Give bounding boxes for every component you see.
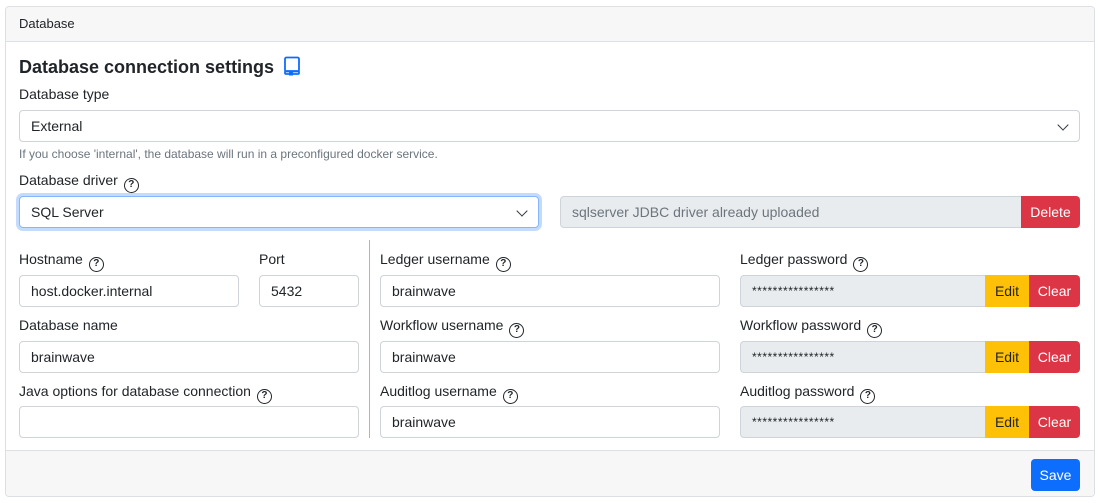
workflow-edit-button[interactable]: Edit (985, 341, 1029, 373)
help-icon[interactable]: ? (853, 257, 869, 272)
ledger-password-field: **************** (740, 275, 986, 307)
auditlog-edit-button[interactable]: Edit (985, 406, 1029, 438)
hostname-label: Hostname? (19, 251, 104, 272)
db-name-label: Database name (19, 317, 118, 333)
java-options-label: Java options for database connection? (19, 383, 272, 404)
ledger-clear-button[interactable]: Clear (1029, 275, 1080, 307)
chevron-down-icon (516, 205, 528, 217)
help-icon[interactable]: ? (502, 389, 518, 404)
ledger-username-label-text: Ledger username (380, 251, 490, 267)
auditlog-password-label-text: Auditlog password (740, 383, 855, 399)
workflow-username-input[interactable]: brainwave (380, 341, 720, 373)
auditlog-username-label-text: Auditlog username (380, 383, 497, 399)
ledger-password-label: Ledger password? (740, 251, 869, 272)
db-type-label: Database type (19, 86, 110, 102)
workflow-password-label: Workflow password? (740, 317, 883, 338)
section-title-text: Database connection settings (19, 57, 275, 77)
db-type-help: If you choose 'internal', the database w… (19, 147, 438, 161)
auditlog-username-label: Auditlog username? (380, 383, 518, 404)
help-icon[interactable]: ? (123, 178, 139, 193)
ledger-edit-button[interactable]: Edit (985, 275, 1029, 307)
db-driver-label: Database driver? (19, 172, 139, 193)
ledger-password-label-text: Ledger password (740, 251, 848, 267)
db-type-value: External (31, 118, 83, 134)
workflow-password-field: **************** (740, 341, 986, 373)
java-options-input[interactable] (19, 406, 359, 438)
delete-driver-button[interactable]: Delete (1021, 196, 1080, 228)
card-footer (6, 450, 1094, 496)
help-icon[interactable]: ? (88, 257, 104, 272)
save-button[interactable]: Save (1031, 459, 1080, 491)
auditlog-password-field: **************** (740, 406, 986, 438)
hostname-label-text: Hostname (19, 251, 83, 267)
driver-uploaded-field: sqlserver JDBC driver already uploaded (560, 196, 1022, 228)
hostname-input[interactable]: host.docker.internal (19, 275, 239, 307)
auditlog-clear-button[interactable]: Clear (1029, 406, 1080, 438)
workflow-username-label: Workflow username? (380, 317, 525, 338)
workflow-clear-button[interactable]: Clear (1029, 341, 1080, 373)
card-header: Database (6, 7, 1094, 42)
section-title: Database connection settings (19, 56, 301, 81)
help-icon[interactable]: ? (860, 389, 876, 404)
auditlog-password-label: Auditlog password? (740, 383, 876, 404)
workflow-password-label-text: Workflow password (740, 317, 862, 333)
workflow-username-label-text: Workflow username (380, 317, 504, 333)
port-label: Port (259, 251, 285, 267)
db-driver-label-text: Database driver (19, 172, 118, 188)
db-name-input[interactable]: brainwave (19, 341, 359, 373)
ledger-username-label: Ledger username? (380, 251, 511, 272)
auditlog-username-input[interactable]: brainwave (380, 406, 720, 438)
help-icon[interactable]: ? (867, 323, 883, 338)
help-icon[interactable]: ? (509, 323, 525, 338)
book-icon[interactable] (283, 56, 301, 81)
chevron-down-icon (1057, 119, 1069, 131)
help-icon[interactable]: ? (256, 389, 272, 404)
ledger-username-input[interactable]: brainwave (380, 275, 720, 307)
db-type-select[interactable]: External (19, 110, 1080, 142)
db-driver-value: SQL Server (31, 204, 104, 220)
db-driver-select[interactable]: SQL Server (19, 196, 539, 228)
java-options-label-text: Java options for database connection (19, 383, 251, 399)
help-icon[interactable]: ? (495, 257, 511, 272)
column-divider (369, 240, 370, 438)
port-input[interactable]: 5432 (259, 275, 359, 307)
